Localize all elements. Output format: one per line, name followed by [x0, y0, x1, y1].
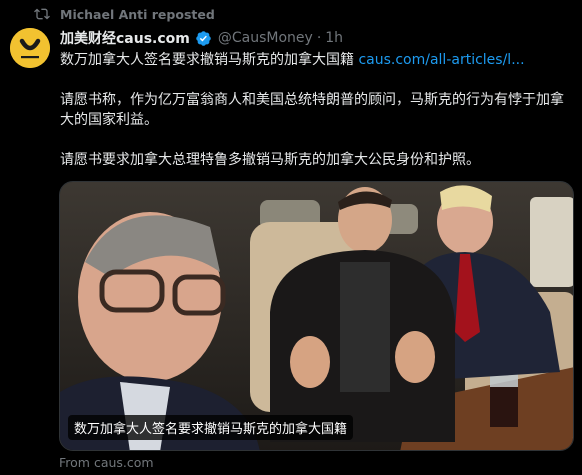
separator-dot: · [316, 30, 322, 46]
author-row: 加美财经caus.com @CausMoney · 1h [60, 28, 343, 48]
verified-badge-icon [195, 30, 212, 47]
tweet-headline: 数万加拿大人签名要求撤销马斯克的加拿大国籍 [60, 52, 354, 68]
media-source[interactable]: From caus.com [59, 455, 154, 470]
repost-label[interactable]: Michael Anti reposted [60, 7, 215, 22]
post-time[interactable]: 1h [325, 30, 343, 46]
tweet-line-1: 数万加拿大人签名要求撤销马斯克的加拿大国籍 caus.com/all-artic… [60, 50, 572, 70]
tweet[interactable]: Michael Anti reposted 加美财经caus.com @Caus… [0, 0, 582, 475]
tweet-paragraph-2: 请愿书称，作为亿万富翁商人和美国总统特朗普的顾问，马斯克的行为有悖于加拿大的国家… [60, 92, 564, 128]
avatar[interactable] [10, 28, 50, 68]
author-display-name[interactable]: 加美财经caus.com [60, 28, 190, 48]
media-image[interactable]: 数万加拿大人签名要求撤销马斯克的加拿大国籍 [59, 181, 574, 451]
repost-icon [34, 6, 50, 22]
tweet-paragraph-3: 请愿书要求加拿大总理特鲁多撤销马斯克的加拿大公民身份和护照。 [60, 152, 480, 168]
tweet-text: 数万加拿大人签名要求撤销马斯克的加拿大国籍 caus.com/all-artic… [60, 50, 572, 170]
photo-illustration [60, 182, 573, 450]
article-link[interactable]: caus.com/all-articles/l... [358, 52, 524, 68]
repost-header: Michael Anti reposted [34, 5, 215, 23]
author-handle[interactable]: @CausMoney [218, 30, 313, 46]
image-caption: 数万加拿大人签名要求撤销马斯克的加拿大国籍 [68, 415, 354, 440]
